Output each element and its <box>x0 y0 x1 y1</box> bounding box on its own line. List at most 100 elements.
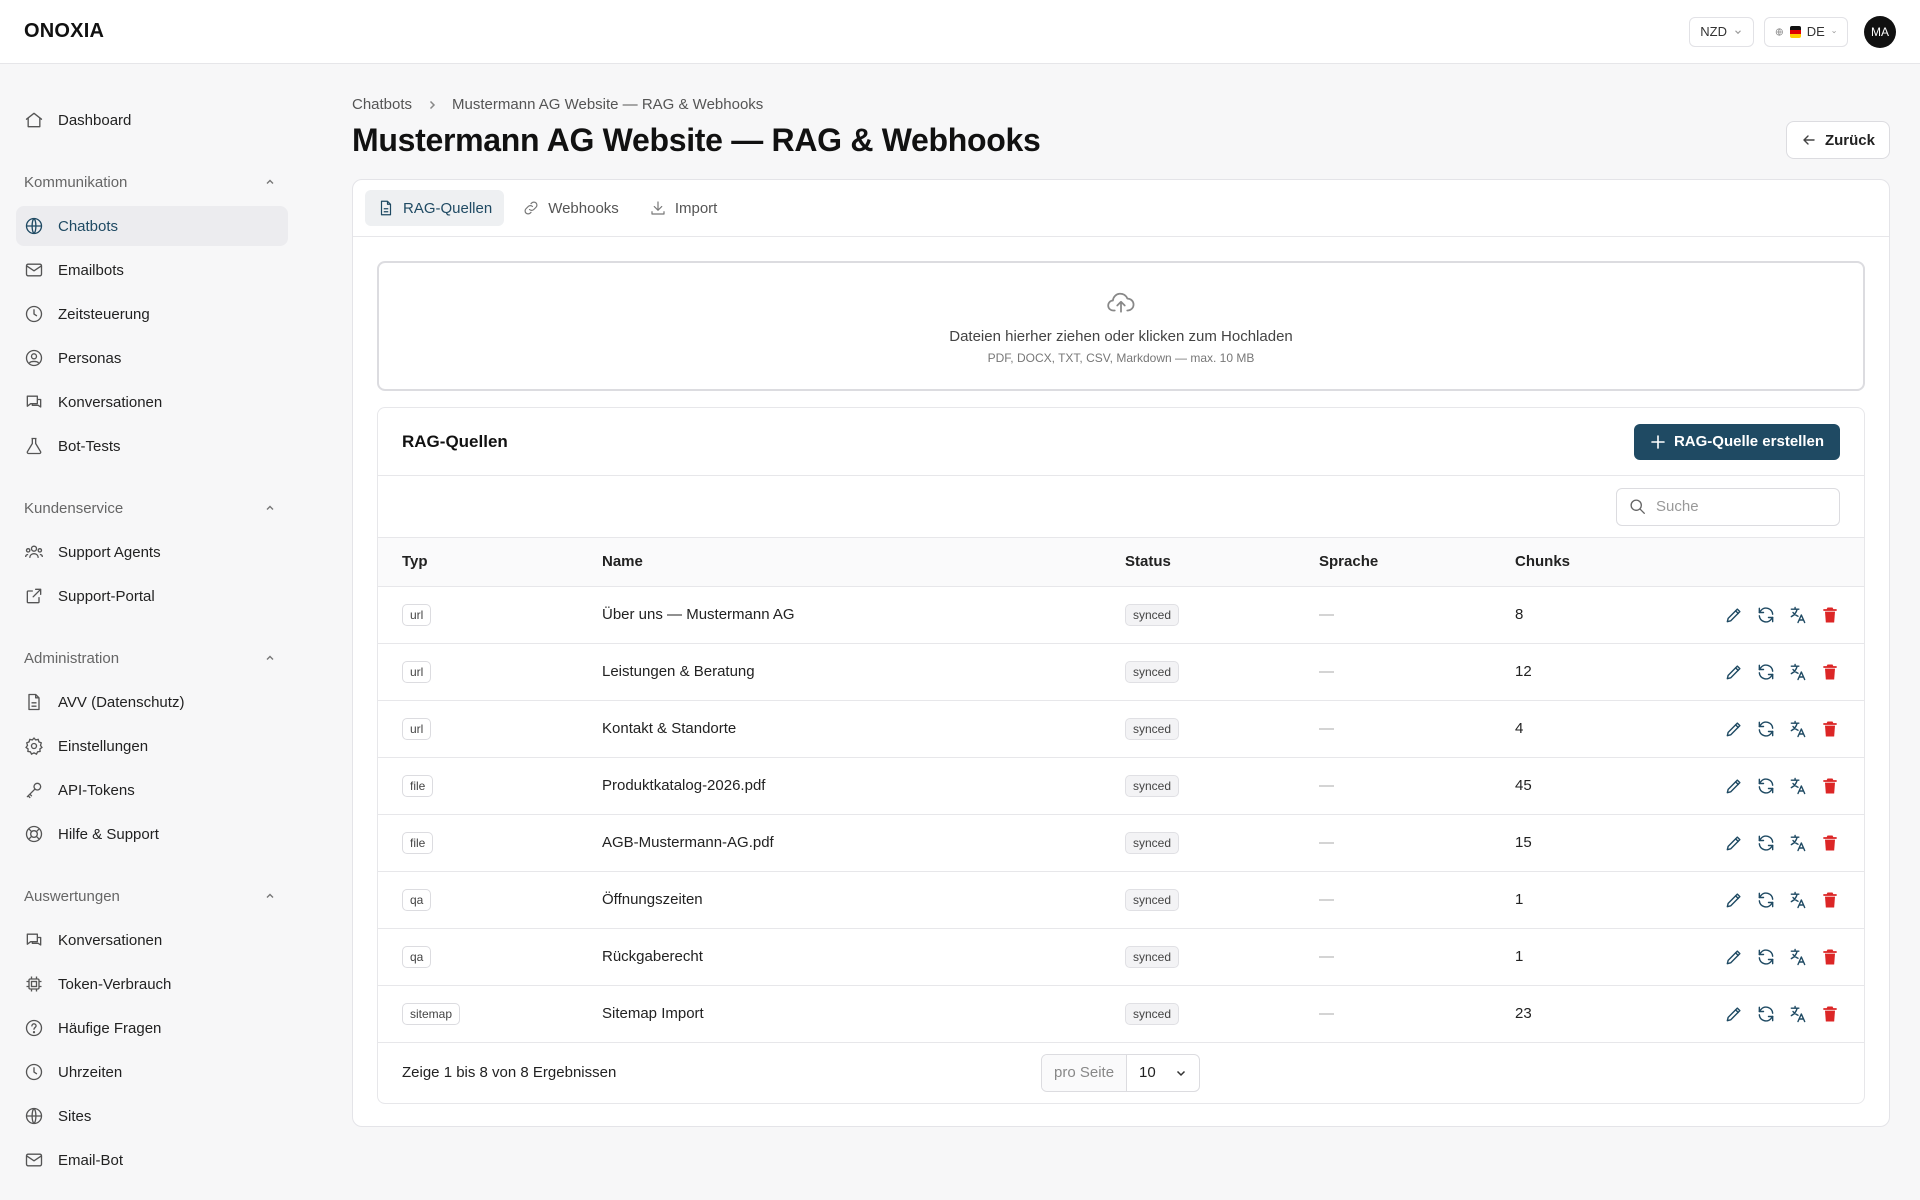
breadcrumb-parent[interactable]: Chatbots <box>352 96 412 113</box>
sync-button[interactable] <box>1756 719 1776 739</box>
sync-button[interactable] <box>1756 776 1776 796</box>
currency-select[interactable]: NZD <box>1689 16 1754 47</box>
chevron-down-icon <box>1832 30 1836 33</box>
column-header-name[interactable]: Name <box>602 538 1125 587</box>
sidebar-item-uhrzeiten[interactable]: Uhrzeiten <box>16 1052 288 1092</box>
trash-button[interactable] <box>1820 605 1840 625</box>
sidebar-item-haeufige-fragen[interactable]: Häufige Fragen <box>16 1008 288 1048</box>
mail-icon <box>25 263 43 277</box>
edit-button[interactable] <box>1724 947 1744 967</box>
download-icon <box>651 201 665 215</box>
trash-button[interactable] <box>1820 833 1840 853</box>
per-page-select[interactable]: pro Seite 10 <box>1041 1053 1201 1092</box>
trash-button[interactable] <box>1820 776 1840 796</box>
column-header-language[interactable]: Sprache <box>1319 538 1515 587</box>
sidebar-item-bot-tests[interactable]: Bot-Tests <box>16 426 288 466</box>
trash-button[interactable] <box>1820 890 1840 910</box>
search-input[interactable]: Suche <box>1616 487 1840 526</box>
sync-button[interactable] <box>1756 605 1776 625</box>
sidebar-item-api-tokens[interactable]: API-Tokens <box>16 770 288 810</box>
edit-button[interactable] <box>1724 605 1744 625</box>
sync-button[interactable] <box>1756 1004 1776 1024</box>
trash-button[interactable] <box>1820 1004 1840 1024</box>
rag-sources-table: Typ Name Status Sprache Chunks url Über u… <box>378 538 1864 1043</box>
language-select[interactable]: DE <box>1764 16 1848 47</box>
table-row: url Kontakt & Standorte synced —4 <box>378 700 1864 758</box>
app-logo[interactable]: ONOXIA <box>24 20 104 43</box>
chevron-up-icon <box>266 179 274 184</box>
sidebar-item-avv-datenschutz[interactable]: AVV (Datenschutz) <box>16 682 288 722</box>
translate-button[interactable] <box>1788 605 1808 625</box>
cell-actions <box>1695 586 1864 644</box>
edit-button[interactable] <box>1724 662 1744 682</box>
create-rag-source-button[interactable]: RAG-Quelle erstellen <box>1633 423 1840 460</box>
sidebar-item-dashboard[interactable]: Dashboard <box>16 100 288 140</box>
sidebar-item-einstellungen[interactable]: Einstellungen <box>16 726 288 766</box>
translate-button[interactable] <box>1788 947 1808 967</box>
dropzone-title: Dateien hierher ziehen oder klicken zum … <box>949 327 1293 345</box>
sidebar-item-support-agents[interactable]: Support Agents <box>16 532 288 572</box>
upload-dropzone[interactable]: Dateien hierher ziehen oder klicken zum … <box>377 261 1865 391</box>
sidebar-group-auswertungen[interactable]: Auswertungen <box>16 878 288 914</box>
sidebar-item-sites[interactable]: Sites <box>16 1096 288 1136</box>
sidebar-item-email-bot[interactable]: Email-Bot <box>16 1140 288 1180</box>
sidebar-item-zeitsteuerung[interactable]: Zeitsteuerung <box>16 294 288 334</box>
translate-button[interactable] <box>1788 833 1808 853</box>
user-avatar[interactable]: MA <box>1864 15 1896 48</box>
sidebar-item-token-verbrauch[interactable]: Token-Verbrauch <box>16 964 288 1004</box>
sidebar-item-hilfe-support[interactable]: Hilfe & Support <box>16 814 288 854</box>
sidebar-item-konversationen[interactable]: Konversationen <box>16 920 288 960</box>
tab-rag-quellen[interactable]: RAG-Quellen <box>365 190 505 226</box>
sync-button[interactable] <box>1756 947 1776 967</box>
column-header-type[interactable]: Typ <box>378 538 602 587</box>
trash-button[interactable] <box>1820 947 1840 967</box>
cell-chunks: 23 <box>1515 985 1695 1043</box>
sidebar-item-label: AVV (Datenschutz) <box>58 693 185 711</box>
sidebar-group-kommunikation[interactable]: Kommunikation <box>16 164 288 200</box>
sidebar-item-label: Zeitsteuerung <box>58 305 150 323</box>
sidebar-item-chatbots[interactable]: Chatbots <box>16 206 288 246</box>
sync-button[interactable] <box>1756 833 1776 853</box>
sidebar-item-emailbots[interactable]: Emailbots <box>16 250 288 290</box>
trash-button[interactable] <box>1820 719 1840 739</box>
sidebar-group-kundenservice[interactable]: Kundenservice <box>16 490 288 526</box>
translate-button[interactable] <box>1788 662 1808 682</box>
sidebar-group-administration[interactable]: Administration <box>16 640 288 676</box>
trash-button[interactable] <box>1820 662 1840 682</box>
column-header-status[interactable]: Status <box>1125 538 1319 587</box>
cell-type: qa <box>378 928 602 986</box>
sidebar-item-label: Support-Portal <box>58 587 155 605</box>
edit-icon <box>1726 664 1741 679</box>
translate-button[interactable] <box>1788 890 1808 910</box>
tab-import[interactable]: Import <box>637 190 730 226</box>
plus-icon <box>1651 434 1665 449</box>
sidebar-item-personas[interactable]: Personas <box>16 338 288 378</box>
sync-button[interactable] <box>1756 662 1776 682</box>
translate-button[interactable] <box>1788 1004 1808 1024</box>
per-page-value-box[interactable]: 10 <box>1127 1055 1199 1091</box>
status-badge: synced <box>1125 603 1180 626</box>
back-button[interactable]: Zurück <box>1785 121 1890 159</box>
sidebar-item-label: Bot-Tests <box>58 437 121 455</box>
column-header-chunks[interactable]: Chunks <box>1515 538 1695 587</box>
edit-button[interactable] <box>1724 719 1744 739</box>
tab-webhooks[interactable]: Webhooks <box>510 190 631 226</box>
edit-button[interactable] <box>1724 776 1744 796</box>
translate-button[interactable] <box>1788 719 1808 739</box>
edit-button[interactable] <box>1724 890 1744 910</box>
cell-chunks: 1 <box>1515 871 1695 929</box>
sidebar-group-label: Auswertungen <box>24 887 120 905</box>
sync-icon <box>1758 834 1774 851</box>
sync-button[interactable] <box>1756 890 1776 910</box>
cell-actions <box>1695 700 1864 758</box>
main-content: Chatbots Mustermann AG Website — RAG & W… <box>352 64 1890 1127</box>
translate-icon <box>1790 777 1806 794</box>
tab-label: Import <box>674 199 718 217</box>
translate-button[interactable] <box>1788 776 1808 796</box>
sidebar-item-konversationen[interactable]: Konversationen <box>16 382 288 422</box>
cell-language: — <box>1319 586 1515 644</box>
sidebar-item-support-portal[interactable]: Support-Portal <box>16 576 288 616</box>
topbar-controls: NZD DE MA <box>1689 15 1896 48</box>
edit-button[interactable] <box>1724 833 1744 853</box>
edit-button[interactable] <box>1724 1004 1744 1024</box>
